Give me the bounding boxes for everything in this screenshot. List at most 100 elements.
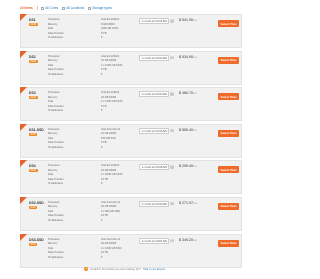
filter-storage-types[interactable]: Storage types [88, 6, 112, 10]
spec-label: IP addresses [48, 218, 64, 222]
spec-label: IP addresses [48, 72, 64, 76]
help-icon[interactable]: ? [170, 128, 174, 133]
select-plan-button[interactable]: Select Plan [218, 202, 239, 210]
price-period: /mo [193, 55, 197, 59]
featured-ribbon-icon [20, 123, 27, 131]
chevron-down-icon: ▾ [165, 56, 167, 60]
select-plan-button[interactable]: Select Plan [218, 239, 239, 247]
price-value: $ 349.20 [179, 237, 193, 242]
spec-labels: Processor Memory Disk Data Transfer IP addre… [48, 18, 64, 41]
spec-values: Intel Xeon E3 v4 32 GB DDR3 2 x 500 GB SSD… [101, 201, 120, 224]
talk-to-expert-link[interactable]: Talk to an Expert [143, 267, 165, 271]
featured-ribbon-icon [20, 233, 27, 241]
plan-price: $ 541.90/mo [179, 18, 197, 22]
featured-ribbon-icon [20, 160, 27, 168]
price-period: /mo [193, 165, 197, 169]
select-plan-button[interactable]: Select Plan [218, 93, 239, 101]
plan-tag-badge: NEW [29, 96, 38, 100]
billing-select-value: 1 month at 0.0019 $/h [141, 202, 167, 206]
question-icon: ? [84, 267, 88, 271]
plan-tag-badge: SSD [29, 132, 37, 136]
plan-list: DS1 NEW Processor Memory Disk Data Transfer… [20, 14, 242, 270]
chevron-down-icon: ▾ [165, 129, 167, 133]
filter-all-locations[interactable]: All Locations [62, 6, 84, 10]
spec-values: Intel E3-1230v3 8 GB DDR3 1000 GB SATA 5 TB… [101, 18, 119, 41]
select-plan-button[interactable]: Select Plan [218, 166, 239, 174]
plan-price: $ 295.40/mo [179, 164, 197, 168]
featured-ribbon-icon [20, 14, 27, 21]
price-period: /mo [193, 128, 197, 132]
help-icon[interactable]: ? [170, 92, 174, 96]
plan-code: DS3 [29, 91, 36, 96]
price-period: /mo [193, 92, 197, 96]
plan-card: DS2-SSD SSD Processor Memory Disk Data Tran… [20, 196, 242, 231]
plan-card: DS1-SSD SSD Processor Memory Disk Data Tran… [20, 123, 242, 158]
checkbox-icon[interactable] [62, 6, 66, 10]
billing-select[interactable]: 1 month at 0.0012 $/h ▾ [139, 54, 169, 61]
plan-code: DS1-SSD [29, 127, 44, 132]
plan-code: DS2 [29, 54, 36, 59]
spec-label: IP addresses [48, 145, 64, 149]
chevron-down-icon: ▾ [165, 20, 167, 23]
price-value: $ 541.90 [179, 18, 193, 22]
filter-label: All Locations [66, 6, 85, 10]
plan-tag-badge: SSD [29, 242, 37, 246]
price-period: /mo [193, 238, 197, 242]
billing-select-value: 1 month at 0.0018 $/h [141, 166, 167, 170]
spec-value: 5 [101, 218, 103, 222]
spec-labels: Processor Memory Disk Data Transfer IP addre… [48, 238, 64, 261]
billing-select[interactable]: 1 month at 0.0011 $/h ▾ [139, 18, 169, 24]
filter-all-cores[interactable]: All Cores [41, 6, 58, 10]
help-icon[interactable]: ? [170, 19, 174, 23]
spec-values: Intel E3-1230v3 16 GB DDR3 2 x 1000 GB SAT… [101, 55, 123, 78]
spec-label: Data Transfer [48, 68, 64, 72]
spec-labels: Processor Memory Disk Data Transfer IP addre… [48, 128, 64, 151]
spec-labels: Processor Memory Disk Data Transfer IP addre… [48, 55, 64, 78]
price-value: $ 480.70 [179, 91, 193, 96]
spec-value: 5 [101, 36, 103, 39]
help-icon[interactable]: ? [170, 238, 174, 243]
footer-help: ? Couldn't find what you are looking for… [84, 267, 165, 271]
help-icon[interactable]: ? [170, 165, 174, 169]
billing-select-value: 1 month at 0.0011 $/h [141, 20, 167, 23]
plan-price: $ 555.40/mo [179, 128, 197, 132]
help-icon[interactable]: ? [170, 55, 174, 60]
billing-select-value: 1 month at 0.0021 $/h [141, 239, 167, 243]
checkbox-icon[interactable] [88, 6, 92, 10]
billing-select[interactable]: 1 month at 0.0014 $/h ▾ [139, 91, 169, 98]
help-icon[interactable]: ? [170, 201, 174, 206]
spec-value: 5 [101, 255, 103, 259]
spec-value: 5 [101, 182, 103, 186]
result-count: 10 items [20, 6, 33, 10]
billing-select[interactable]: 1 month at 0.0016 $/h ▾ [139, 127, 169, 134]
plan-code: DS2-SSD [29, 200, 44, 205]
filter-label: All Cores [45, 6, 59, 10]
billing-select[interactable]: 1 month at 0.0018 $/h ▾ [139, 164, 169, 171]
filter-bar: 10 items All Cores All Locations Storage… [20, 4, 112, 12]
plan-card: DS3 NEW Processor Memory Disk Data Transfer… [20, 87, 242, 122]
plan-tag-badge: SSD [29, 205, 37, 209]
plan-card: DS1 NEW Processor Memory Disk Data Transfer… [20, 14, 242, 48]
select-plan-button[interactable]: Select Plan [218, 56, 239, 64]
featured-ribbon-icon [20, 196, 27, 204]
spec-labels: Processor Memory Disk Data Transfer IP addre… [48, 164, 64, 187]
price-period: /mo [193, 19, 197, 22]
spec-label: IP addresses [48, 255, 64, 259]
chevron-down-icon: ▾ [165, 202, 167, 206]
plan-card: DS4 NEW Processor Memory Disk Data Transfer… [20, 160, 242, 195]
select-plan-button[interactable]: Select Plan [218, 20, 239, 27]
spec-labels: Processor Memory Disk Data Transfer IP addre… [48, 201, 64, 224]
footer-text: Couldn't find what you are looking for? [90, 267, 141, 271]
select-plan-button[interactable]: Select Plan [218, 129, 239, 137]
billing-select[interactable]: 1 month at 0.0021 $/h ▾ [139, 237, 169, 244]
spec-label: IP addresses [48, 109, 64, 113]
checkbox-icon[interactable] [41, 6, 45, 10]
spec-labels: Processor Memory Disk Data Transfer IP addre… [48, 91, 64, 114]
plan-price: $ 534.90/mo [179, 55, 197, 59]
divider [36, 6, 38, 10]
price-value: $ 555.40 [179, 127, 193, 132]
spec-values: Intel Xeon E3 v4 64 GB DDR3 2 x 1000 GB SS… [101, 238, 121, 261]
spec-value: Intel E3-1230v3 [101, 18, 120, 21]
plan-code: DS1 [29, 18, 36, 22]
billing-select[interactable]: 1 month at 0.0019 $/h ▾ [139, 200, 169, 207]
